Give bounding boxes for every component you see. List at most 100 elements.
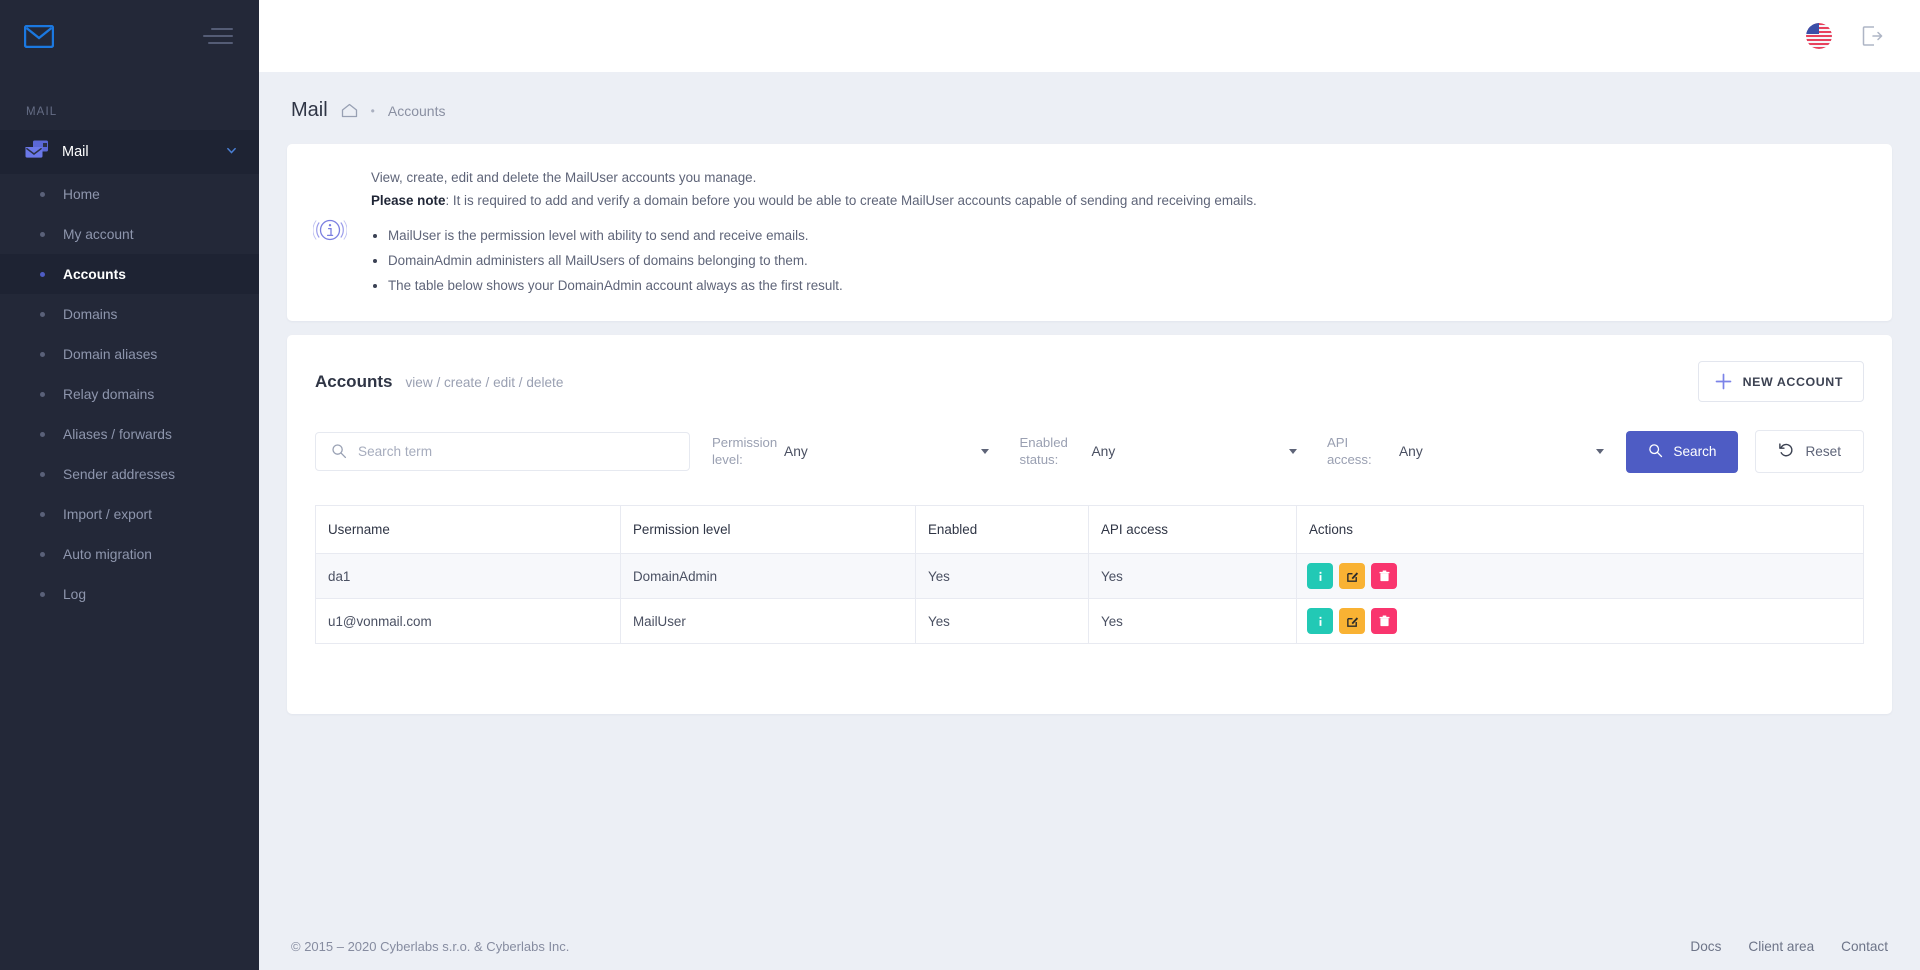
sidebar-item-log[interactable]: Log [0,574,259,614]
sidebar-item-auto-migration[interactable]: Auto migration [0,534,259,574]
column-header-username: Username [316,506,621,554]
stacked-mail-icon [24,139,62,166]
edit-button[interactable] [1339,608,1365,634]
plus-icon [1715,373,1732,390]
us-flag-icon[interactable] [1806,23,1832,49]
edit-icon [1346,615,1359,628]
bullet-icon [40,432,45,437]
info-button[interactable] [1307,608,1333,634]
accounts-title: Accounts [315,372,392,392]
cell-permission: MailUser [621,599,916,644]
sidebar-item-domain-aliases[interactable]: Domain aliases [0,334,259,374]
permission-level-label: Permission level: [712,435,774,468]
sidebar: MAIL Mail Home My acco [0,0,259,970]
bullet-icon [40,472,45,477]
sidebar-item-accounts[interactable]: Accounts [0,254,259,294]
main-area: Mail • Accounts [259,0,1920,970]
bullet-icon [40,552,45,557]
edit-button[interactable] [1339,563,1365,589]
permission-level-select[interactable]: Any [784,436,997,467]
sidebar-item-aliases-forwards[interactable]: Aliases / forwards [0,414,259,454]
delete-button[interactable] [1371,608,1397,634]
column-header-actions: Actions [1297,506,1864,554]
info-panel: View, create, edit and delete the MailUs… [287,144,1892,321]
api-access-select[interactable]: Any [1399,436,1612,467]
app-root: MAIL Mail Home My acco [0,0,1920,970]
bullet-icon [40,232,45,237]
info-line-1: View, create, edit and delete the MailUs… [371,166,1257,189]
bullet-icon [40,312,45,317]
sidebar-item-home[interactable]: Home [0,174,259,214]
footer-links: Docs Client area Contact [1690,939,1888,954]
page-title: Mail [291,99,328,122]
sidebar-item-label: Domain aliases [63,347,157,362]
action-button-group [1307,608,1863,634]
sidebar-item-label: My account [63,227,134,242]
sidebar-item-import-export[interactable]: Import / export [0,494,259,534]
list-item: DomainAdmin administers all MailUsers of… [388,249,1257,272]
delete-button[interactable] [1371,563,1397,589]
column-header-permission: Permission level [621,506,916,554]
action-button-group [1307,563,1863,589]
table-row: da1 DomainAdmin Yes Yes [316,554,1864,599]
bullet-icon [40,392,45,397]
sidebar-item-label: Relay domains [63,387,154,402]
sidebar-header [0,0,259,72]
search-button[interactable]: Search [1626,431,1738,473]
new-account-button[interactable]: NEW ACCOUNT [1698,361,1864,402]
footer-link-client-area[interactable]: Client area [1748,939,1814,954]
topbar [259,0,1920,72]
breadcrumb-current: Accounts [388,103,446,119]
table-header: Username Permission level Enabled API ac… [316,506,1864,554]
trash-icon [1378,615,1391,628]
sidebar-item-my-account[interactable]: My account [0,214,259,254]
footer-link-contact[interactable]: Contact [1841,939,1888,954]
info-text-block: View, create, edit and delete the MailUs… [371,166,1257,299]
envelope-icon[interactable] [24,25,54,48]
sidebar-item-domains[interactable]: Domains [0,294,259,334]
info-note-label: Please note [371,193,445,208]
accounts-panel-header: Accounts view / create / edit / delete N… [287,335,1892,426]
search-input[interactable] [315,432,690,471]
info-circle-icon [313,213,371,252]
info-note: Please note: It is required to add and v… [371,189,1257,212]
sidebar-item-label: Import / export [63,507,152,522]
home-icon[interactable] [341,103,358,118]
list-item: The table below shows your DomainAdmin a… [388,274,1257,297]
hamburger-icon[interactable] [203,28,233,44]
table-body: da1 DomainAdmin Yes Yes [316,554,1864,644]
chevron-down-icon [981,449,989,454]
copyright-text: © 2015 – 2020 Cyberlabs s.r.o. & Cyberla… [291,939,569,954]
reset-button-label: Reset [1805,444,1841,459]
sidebar-item-label: Accounts [63,267,126,282]
undo-icon [1778,442,1794,461]
info-icon [1314,570,1327,583]
reset-button[interactable]: Reset [1755,430,1864,473]
sidebar-group-mail[interactable]: Mail [0,130,259,174]
enabled-status-label: Enabled status: [1019,435,1081,468]
enabled-status-value: Any [1091,444,1115,459]
chevron-down-icon[interactable] [226,143,237,161]
sidebar-item-relay-domains[interactable]: Relay domains [0,374,259,414]
cell-username: u1@vonmail.com [316,599,621,644]
api-access-filter: API access: Any [1305,435,1612,468]
sidebar-section-title: MAIL [0,72,259,130]
chevron-down-icon [1596,449,1604,454]
sidebar-item-label: Auto migration [63,547,152,562]
cell-api: Yes [1089,554,1297,599]
logout-icon[interactable] [1860,24,1884,48]
search-button-label: Search [1673,444,1716,459]
sidebar-group-label: Mail [62,144,226,160]
sidebar-item-sender-addresses[interactable]: Sender addresses [0,454,259,494]
enabled-status-select[interactable]: Any [1091,436,1304,467]
info-button[interactable] [1307,563,1333,589]
table-header-row: Username Permission level Enabled API ac… [316,506,1864,554]
footer: © 2015 – 2020 Cyberlabs s.r.o. & Cyberla… [259,922,1920,970]
content-area: Mail • Accounts [259,72,1920,922]
column-header-enabled: Enabled [916,506,1089,554]
bullet-icon [40,592,45,597]
footer-link-docs[interactable]: Docs [1690,939,1721,954]
sidebar-item-label: Aliases / forwards [63,427,172,442]
sidebar-item-label: Home [63,187,100,202]
trash-icon [1378,570,1391,583]
